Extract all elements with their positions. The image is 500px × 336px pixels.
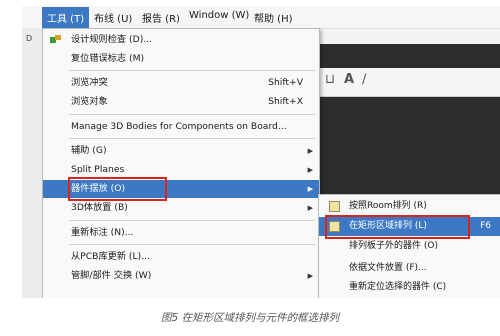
draw-line-icon[interactable]: ∕ bbox=[362, 72, 366, 87]
submenu-arrow-icon: ▶ bbox=[307, 166, 313, 174]
submenu-arrow-icon: ▶ bbox=[307, 147, 313, 155]
menu-item-label: 浏览冲突 bbox=[71, 77, 108, 88]
menu-item-browse-violations[interactable]: 浏览冲突 Shift+V bbox=[43, 74, 319, 92]
rule-check-icon bbox=[50, 35, 61, 43]
submenu-item-place-from-file[interactable]: 依据文件放置 (F)... bbox=[319, 259, 500, 278]
menu-item-label: 从PCB库更新 (L)... bbox=[71, 251, 150, 262]
menu-separator bbox=[69, 244, 315, 245]
annotation-box-arrange-within-rectangle bbox=[325, 215, 470, 239]
menu-item-shortcut: Shift+V bbox=[268, 77, 303, 88]
menu-item-label: 3D体放置 (B) bbox=[71, 202, 128, 213]
menu-route[interactable]: 布线 (U) bbox=[94, 10, 132, 25]
menu-separator bbox=[69, 220, 315, 221]
menu-item-label: 管脚/部件 交换 (W) bbox=[71, 270, 152, 281]
submenu-item-shortcut: F6 bbox=[480, 221, 491, 231]
menu-item-label: 复位错误标志 (M) bbox=[71, 53, 145, 64]
side-panel-stub: D bbox=[22, 28, 43, 298]
component-placement-submenu: 按照Room排列 (R) 在矩形区域排列 (L) F6 排列板子外的器件 (O)… bbox=[318, 194, 500, 298]
menu-separator bbox=[69, 114, 315, 115]
menu-tools[interactable]: 工具 (T) bbox=[42, 7, 90, 28]
side-panel-letter: D bbox=[26, 34, 33, 43]
menu-window[interactable]: Window (W) bbox=[189, 10, 249, 21]
submenu-item-arrange-outside-board[interactable]: 排列板子外的器件 (O) bbox=[319, 237, 500, 256]
tools-menu: 设计规则检查 (D)... 复位错误标志 (M) 浏览冲突 Shift+V 浏览… bbox=[42, 28, 320, 298]
submenu-arrow-icon: ▶ bbox=[307, 204, 313, 212]
menu-item-label: 浏览对象 bbox=[71, 96, 108, 107]
figure-caption: 图5 在矩形区域排列与元件的框选排列 bbox=[160, 312, 340, 324]
menu-item-shortcut: Shift+X bbox=[268, 96, 303, 107]
menu-item-design-rule-check[interactable]: 设计规则检查 (D)... bbox=[43, 31, 319, 49]
submenu-item-label: 排列板子外的器件 (O) bbox=[349, 241, 438, 251]
submenu-item-label: 重新定位选择的器件 (C) bbox=[349, 282, 447, 292]
menu-item-label: 重新标注 (N)... bbox=[71, 227, 134, 238]
menu-item-browse-objects[interactable]: 浏览对象 Shift+X bbox=[43, 93, 319, 111]
menu-reports[interactable]: 报告 (R) bbox=[142, 10, 180, 25]
submenu-arrow-icon: ▶ bbox=[307, 185, 313, 193]
room-icon bbox=[329, 201, 340, 212]
menu-separator bbox=[69, 70, 315, 71]
screenshot: ⁄ ⊔ A ∕ 工具 (T) 布线 (U) 报告 (R) Window (W) … bbox=[22, 6, 500, 298]
menu-item-re-annotate[interactable]: 重新标注 (N)... bbox=[43, 224, 319, 242]
submenu-item-label: 依据文件放置 (F)... bbox=[349, 263, 427, 273]
menu-item-auxiliary[interactable]: 辅助 (G) ▶ bbox=[43, 142, 319, 160]
menu-bar: 工具 (T) 布线 (U) 报告 (R) Window (W) 帮助 (H) bbox=[22, 6, 500, 29]
menu-item-reset-error-markers[interactable]: 复位错误标志 (M) bbox=[43, 50, 319, 68]
submenu-arrow-icon: ▶ bbox=[307, 272, 313, 280]
menu-item-update-from-pcb-library[interactable]: 从PCB库更新 (L)... bbox=[43, 248, 319, 266]
menu-item-3d-body-placement[interactable]: 3D体放置 (B) ▶ bbox=[43, 199, 319, 217]
submenu-item-reposition-selected[interactable]: 重新定位选择的器件 (C) bbox=[319, 278, 500, 297]
submenu-item-arrange-within-room[interactable]: 按照Room排列 (R) bbox=[319, 197, 500, 216]
menu-item-label: 辅助 (G) bbox=[71, 145, 107, 156]
menu-separator bbox=[69, 138, 315, 139]
text-tool-icon[interactable]: A bbox=[344, 72, 354, 87]
menu-item-label: Manage 3D Bodies for Components on Board… bbox=[71, 121, 287, 132]
annotation-box-component-placement bbox=[68, 177, 167, 201]
menu-item-manage-3d-bodies[interactable]: Manage 3D Bodies for Components on Board… bbox=[43, 118, 319, 136]
submenu-item-label: 按照Room排列 (R) bbox=[349, 201, 427, 211]
menu-help[interactable]: 帮助 (H) bbox=[254, 10, 293, 25]
dimension-tool-icon[interactable]: ⊔ bbox=[325, 72, 335, 87]
menu-item-pin-part-swap[interactable]: 管脚/部件 交换 (W) ▶ bbox=[43, 267, 319, 285]
menu-item-label: 设计规则检查 (D)... bbox=[71, 34, 153, 45]
